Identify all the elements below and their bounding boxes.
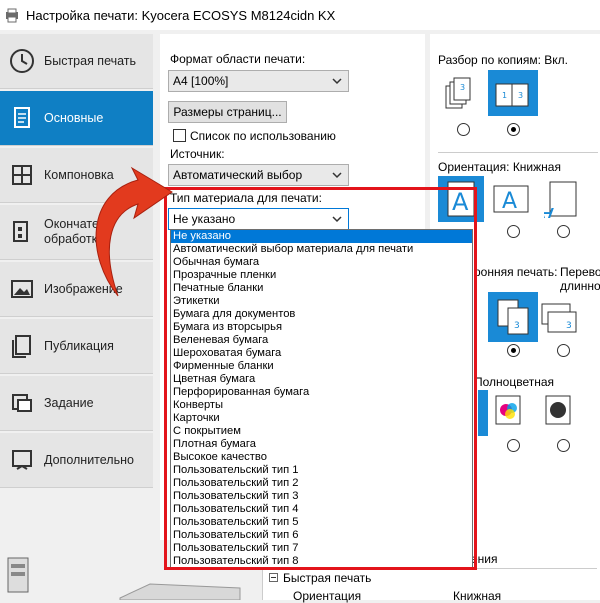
- collate-off-icon[interactable]: 3: [442, 72, 484, 114]
- page-sizes-button[interactable]: Размеры страниц...: [168, 101, 287, 123]
- svg-text:3: 3: [514, 321, 520, 331]
- rotated-orientation-icon[interactable]: A: [544, 180, 582, 218]
- sidebar-item-label: Задание: [44, 395, 94, 410]
- color-mode-selected: [478, 390, 488, 436]
- advanced-icon: [12, 450, 32, 470]
- duplex-value: Перевордлинной: [560, 265, 600, 293]
- duplex-long-radio[interactable]: [507, 344, 520, 357]
- document-icon: [14, 107, 30, 128]
- use-list-label: Список по использованию: [190, 129, 336, 143]
- layout-grid-icon: [12, 165, 32, 185]
- collate-off-radio[interactable]: [457, 123, 470, 136]
- orientation-value: Книжная: [512, 160, 561, 174]
- svg-text:A: A: [502, 189, 517, 214]
- color-print-icon[interactable]: [492, 392, 528, 428]
- sidebar-item-quick-print[interactable]: Быстрая печать: [0, 34, 153, 89]
- source-select[interactable]: Автоматический выбор: [168, 164, 349, 186]
- job-icon: [12, 394, 32, 412]
- source-value: Автоматический выбор: [173, 168, 303, 182]
- svg-text:A: A: [544, 202, 554, 218]
- svg-text:3: 3: [460, 83, 465, 92]
- sidebar-item-publication[interactable]: Публикация: [0, 319, 153, 374]
- landscape-orientation-icon[interactable]: A: [492, 180, 530, 218]
- rotated-radio[interactable]: [557, 225, 570, 238]
- duplex-long-edge-icon[interactable]: 3: [492, 296, 534, 338]
- orientation-label: Ориентация: Книжная: [438, 160, 561, 174]
- collapse-toggle-icon[interactable]: [269, 573, 278, 582]
- collate-on-icon[interactable]: 1 3: [492, 72, 534, 114]
- grayscale-radio[interactable]: [557, 439, 570, 452]
- sidebar-item-label: Публикация: [44, 338, 114, 353]
- annotation-arrow-icon: [95, 166, 173, 297]
- print-area-label: Формат области печати:: [170, 52, 306, 66]
- highlight-box: [164, 187, 477, 570]
- clock-icon: [10, 49, 34, 73]
- duplex-short-edge-icon[interactable]: 3: [538, 296, 580, 338]
- sidebar-item-advanced[interactable]: Дополнительно: [0, 433, 153, 488]
- grayscale-print-icon[interactable]: [542, 392, 578, 428]
- publication-icon: [12, 335, 31, 358]
- landscape-radio[interactable]: [507, 225, 520, 238]
- print-area-value: A4 [100%]: [173, 74, 229, 88]
- finishing-icon: [13, 221, 28, 242]
- summary-orientation-label: Ориентация: [293, 589, 362, 603]
- duplex-label: ронняя печать:: [474, 265, 558, 279]
- window-title: Настройка печати: Kyocera ECOSYS M8124ci…: [26, 7, 336, 23]
- color-radio[interactable]: [507, 439, 520, 452]
- window-titlebar: Настройка печати: Kyocera ECOSYS M8124ci…: [0, 0, 600, 30]
- sidebar-item-job[interactable]: Задание: [0, 376, 153, 431]
- chevron-down-icon: [332, 172, 342, 179]
- device-preview-icon: [119, 583, 241, 600]
- collate-on-radio[interactable]: [507, 123, 520, 136]
- summary-orientation-value: Книжная: [453, 589, 502, 603]
- duplex-short-radio[interactable]: [557, 344, 570, 357]
- printer-preview-icon: [7, 557, 29, 593]
- svg-text:1: 1: [502, 91, 507, 100]
- svg-text:3: 3: [518, 91, 523, 100]
- printer-app-icon: [6, 8, 18, 23]
- collate-label: Разбор по копиям: Вкл.: [438, 53, 568, 67]
- svg-text:3: 3: [566, 321, 572, 331]
- image-icon: [11, 280, 33, 298]
- collate-value: Вкл.: [544, 53, 568, 67]
- divider: [438, 152, 598, 153]
- sidebar-item-label: Основные: [44, 110, 104, 125]
- summary-tree-item[interactable]: Быстрая печать: [283, 571, 371, 585]
- sidebar-item-label: Быстрая печать: [44, 53, 137, 68]
- print-area-select[interactable]: A4 [100%]: [168, 70, 349, 92]
- color-mode-label: Полноцветная: [474, 375, 555, 389]
- chevron-down-icon: [332, 78, 342, 85]
- sidebar-item-label: Дополнительно: [44, 452, 134, 467]
